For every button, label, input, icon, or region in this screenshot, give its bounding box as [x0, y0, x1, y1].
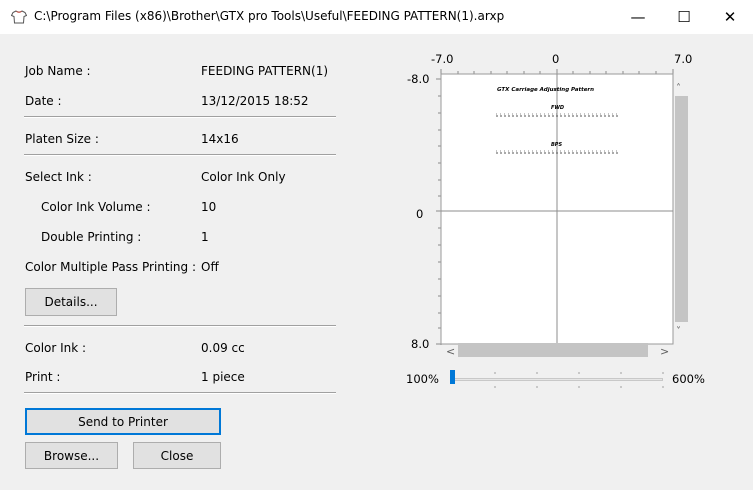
date-value: 13/12/2015 18:52: [201, 94, 309, 108]
horizontal-scroll-thumb[interactable]: [458, 343, 648, 357]
ruler-x-max-label: 7.0: [674, 52, 693, 66]
platen-size-value: 14x16: [201, 132, 239, 146]
color-ink-volume-label: Color Ink Volume :: [41, 200, 151, 214]
title-bar: C:\Program Files (x86)\Brother\GTX pro T…: [0, 0, 753, 34]
maximize-icon: ☐: [677, 8, 691, 26]
print-label: Print :: [25, 370, 61, 384]
separator: [24, 154, 336, 156]
ruler-x-zero-label: 0: [552, 52, 560, 66]
ruler-y-zero-label: 0: [416, 207, 424, 221]
zoom-slider-track[interactable]: [453, 378, 663, 381]
job-name-label: Job Name :: [25, 64, 91, 78]
t-shirt-app-icon: [11, 10, 27, 24]
ruler-y-max-label: 8.0: [411, 337, 430, 351]
zoom-max-label: 600%: [672, 372, 705, 386]
zoom-slider-thumb[interactable]: [450, 370, 455, 384]
close-button[interactable]: Close: [133, 442, 221, 469]
date-label: Date :: [25, 94, 62, 108]
color-ink-volume-value: 10: [201, 200, 217, 214]
browse-button[interactable]: Browse...: [25, 442, 118, 469]
separator: [24, 116, 336, 118]
scroll-up-icon[interactable]: ˄: [676, 83, 681, 94]
top-ruler-ticks: [440, 69, 674, 74]
color-ink-value: 0.09 cc: [201, 341, 245, 355]
send-to-printer-button[interactable]: Send to Printer: [25, 408, 221, 435]
double-printing-value: 1: [201, 230, 209, 244]
window-title: C:\Program Files (x86)\Brother\GTX pro T…: [34, 9, 505, 23]
left-ruler-ticks: [436, 78, 441, 345]
pattern-label-bps: BPS: [551, 142, 563, 148]
minimize-icon: —: [630, 8, 646, 26]
double-printing-label: Double Printing :: [41, 230, 142, 244]
job-name-value: FEEDING PATTERN(1): [201, 64, 329, 78]
ruler-y-min-label: -8.0: [407, 72, 430, 86]
platen-canvas: [440, 73, 674, 345]
multi-pass-label: Color Multiple Pass Printing :: [25, 260, 197, 274]
ruler-x-min-label: -7.0: [431, 52, 454, 66]
pattern-title: GTX Carriage Adjusting Pattern: [497, 87, 595, 93]
separator: [24, 325, 336, 327]
print-value: 1 piece: [201, 370, 245, 384]
separator: [24, 392, 336, 394]
minimize-button[interactable]: —: [615, 0, 661, 34]
select-ink-label: Select Ink :: [25, 170, 92, 184]
scroll-left-icon[interactable]: <: [446, 345, 455, 358]
scroll-down-icon[interactable]: ˅: [676, 326, 681, 337]
maximize-button[interactable]: ☐: [661, 0, 707, 34]
details-button[interactable]: Details...: [25, 288, 117, 316]
color-ink-label: Color Ink :: [25, 341, 87, 355]
pattern-label-fwd: FWD: [551, 105, 565, 111]
zoom-value-label: 100%: [406, 372, 439, 386]
platen-size-label: Platen Size :: [25, 132, 99, 146]
pattern-row-bps: [496, 150, 618, 154]
pattern-row-fwd: [496, 113, 618, 117]
close-icon: ✕: [723, 8, 737, 26]
close-window-button[interactable]: ✕: [707, 0, 753, 34]
vertical-scroll-thumb[interactable]: [675, 96, 688, 322]
select-ink-value: Color Ink Only: [201, 170, 286, 184]
multi-pass-value: Off: [201, 260, 219, 274]
scroll-right-icon[interactable]: >: [660, 345, 669, 358]
